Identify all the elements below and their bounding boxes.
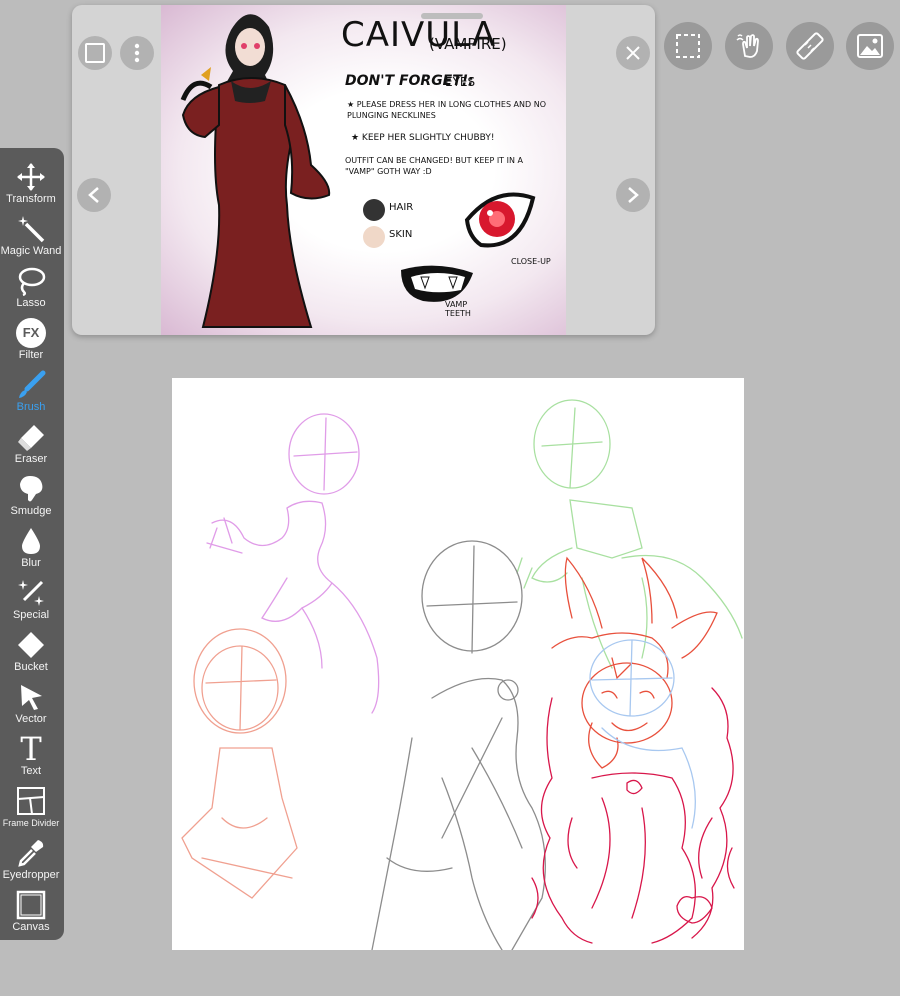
- filter-fx-icon: FX: [16, 318, 46, 348]
- tool-text[interactable]: T Text: [0, 732, 62, 784]
- lasso-icon: [18, 267, 46, 296]
- vector-cursor-icon: [21, 685, 42, 710]
- ruler-button[interactable]: [786, 22, 834, 70]
- bucket-icon: [18, 632, 44, 658]
- reference-image-icon: [857, 34, 883, 58]
- tool-label: Frame Divider: [2, 818, 60, 828]
- tool-canvas[interactable]: Canvas: [0, 888, 62, 940]
- close-icon: [626, 46, 640, 60]
- teeth-label: VAMP TEETH: [445, 300, 471, 318]
- gesture-button[interactable]: [725, 22, 773, 70]
- ruler-icon: [796, 32, 824, 60]
- tool-label: Vector: [15, 713, 47, 725]
- note-2: ★ KEEP HER SLIGHTLY CHUBBY!: [351, 133, 495, 143]
- eraser-icon: [18, 425, 44, 451]
- drawing-canvas[interactable]: [172, 378, 744, 950]
- tool-lasso[interactable]: Lasso: [0, 264, 62, 316]
- chevron-left-icon: [88, 187, 99, 203]
- closeup-label: CLOSE-UP: [511, 257, 551, 266]
- tool-label: Canvas: [12, 921, 50, 933]
- tool-special[interactable]: Special: [0, 576, 62, 628]
- tool-bucket[interactable]: Bucket: [0, 628, 62, 680]
- square-icon: [85, 43, 105, 63]
- special-sparkle-icon: [18, 580, 44, 606]
- tool-smudge[interactable]: Smudge: [0, 472, 62, 524]
- sketch-layer: [181, 399, 743, 950]
- tool-label: Smudge: [10, 505, 52, 517]
- tool-label: Brush: [16, 401, 46, 413]
- note-1: ★ PLEASE DRESS HER IN LONG CLOTHES AND N…: [347, 100, 546, 120]
- next-reference-button[interactable]: [616, 178, 650, 212]
- reference-image-button[interactable]: [846, 22, 894, 70]
- tool-eraser[interactable]: Eraser: [0, 420, 62, 472]
- tool-blur[interactable]: Blur: [0, 524, 62, 576]
- tool-label: Eyedropper: [2, 869, 60, 881]
- brush-icon: [19, 370, 46, 398]
- previous-reference-button[interactable]: [77, 178, 111, 212]
- tool-label: Blur: [21, 557, 41, 569]
- magic-wand-icon: [18, 216, 45, 243]
- eyedropper-icon: [18, 840, 44, 867]
- selection-button[interactable]: [664, 22, 712, 70]
- tool-palette: Transform Magic Wand Lasso FX Filter Bru…: [0, 148, 64, 940]
- tool-label: Transform: [6, 193, 56, 205]
- canvas-icon: [16, 890, 46, 920]
- tool-label: Text: [20, 765, 42, 777]
- eyes-label: EYES: [445, 75, 476, 89]
- skin-label: SKIN: [389, 229, 413, 240]
- selection-icon: [676, 34, 700, 58]
- chevron-right-icon: [628, 187, 639, 203]
- hair-label: HAIR: [389, 202, 414, 213]
- sheet-subtitle: (VAMPIRE): [429, 35, 507, 53]
- tool-frame-divider[interactable]: Frame Divider: [0, 784, 62, 836]
- tool-transform[interactable]: Transform: [0, 160, 62, 212]
- smudge-icon: [20, 476, 43, 502]
- transform-icon: [17, 163, 45, 191]
- blur-drop-icon: [22, 528, 40, 554]
- note-3: OUTFIT CAN BE CHANGED! BUT KEEP IT IN A …: [345, 156, 523, 176]
- tool-eyedropper[interactable]: Eyedropper: [0, 836, 62, 888]
- tool-label: Lasso: [16, 297, 46, 309]
- tool-vector[interactable]: Vector: [0, 680, 62, 732]
- frame-divider-icon: [17, 787, 45, 815]
- hand-gesture-icon: [736, 34, 759, 58]
- tool-label: Special: [12, 609, 50, 621]
- tool-filter[interactable]: FX Filter: [0, 316, 62, 368]
- reference-toggle-button[interactable]: [78, 36, 112, 70]
- more-vertical-icon: [134, 43, 140, 63]
- text-icon: T: [20, 730, 42, 768]
- tool-label: Bucket: [14, 661, 48, 673]
- tool-label: Magic Wand: [0, 245, 62, 257]
- tool-label: Eraser: [14, 453, 48, 465]
- tool-brush[interactable]: Brush: [0, 368, 62, 420]
- reference-image: CAIVULA (VAMPIRE) DON'T FORGET!: EYES ★ …: [161, 5, 566, 335]
- tool-magic-wand[interactable]: Magic Wand: [0, 212, 62, 264]
- tool-label: Filter: [18, 349, 44, 361]
- reference-menu-button[interactable]: [120, 36, 154, 70]
- reference-close-button[interactable]: [616, 36, 650, 70]
- reference-window[interactable]: CAIVULA (VAMPIRE) DON'T FORGET!: EYES ★ …: [72, 5, 655, 335]
